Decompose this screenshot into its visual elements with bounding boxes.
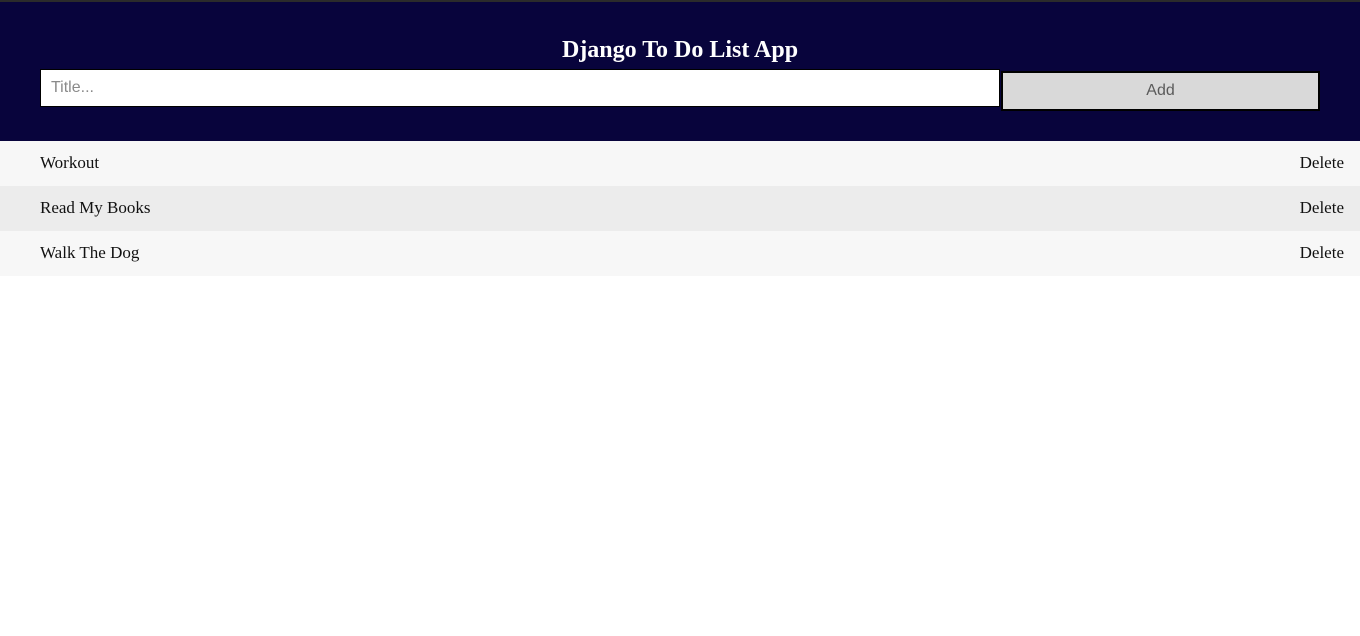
task-row: Walk The Dog Delete <box>0 231 1360 276</box>
task-title: Walk The Dog <box>40 242 140 262</box>
task-row: Workout Delete <box>0 141 1360 186</box>
task-title: Read My Books <box>40 197 151 217</box>
delete-link[interactable]: Delete <box>1300 153 1344 173</box>
page-header: Django To Do List App Add <box>0 2 1360 141</box>
delete-link[interactable]: Delete <box>1300 198 1344 218</box>
task-title-input[interactable] <box>40 69 1000 107</box>
add-task-form: Add <box>40 69 1320 111</box>
task-row: Read My Books Delete <box>0 186 1360 231</box>
task-list: Workout Delete Read My Books Delete Walk… <box>0 141 1360 276</box>
task-title: Workout <box>40 152 100 172</box>
page-title: Django To Do List App <box>561 37 799 63</box>
delete-link[interactable]: Delete <box>1300 243 1344 263</box>
add-button[interactable]: Add <box>1001 71 1320 111</box>
